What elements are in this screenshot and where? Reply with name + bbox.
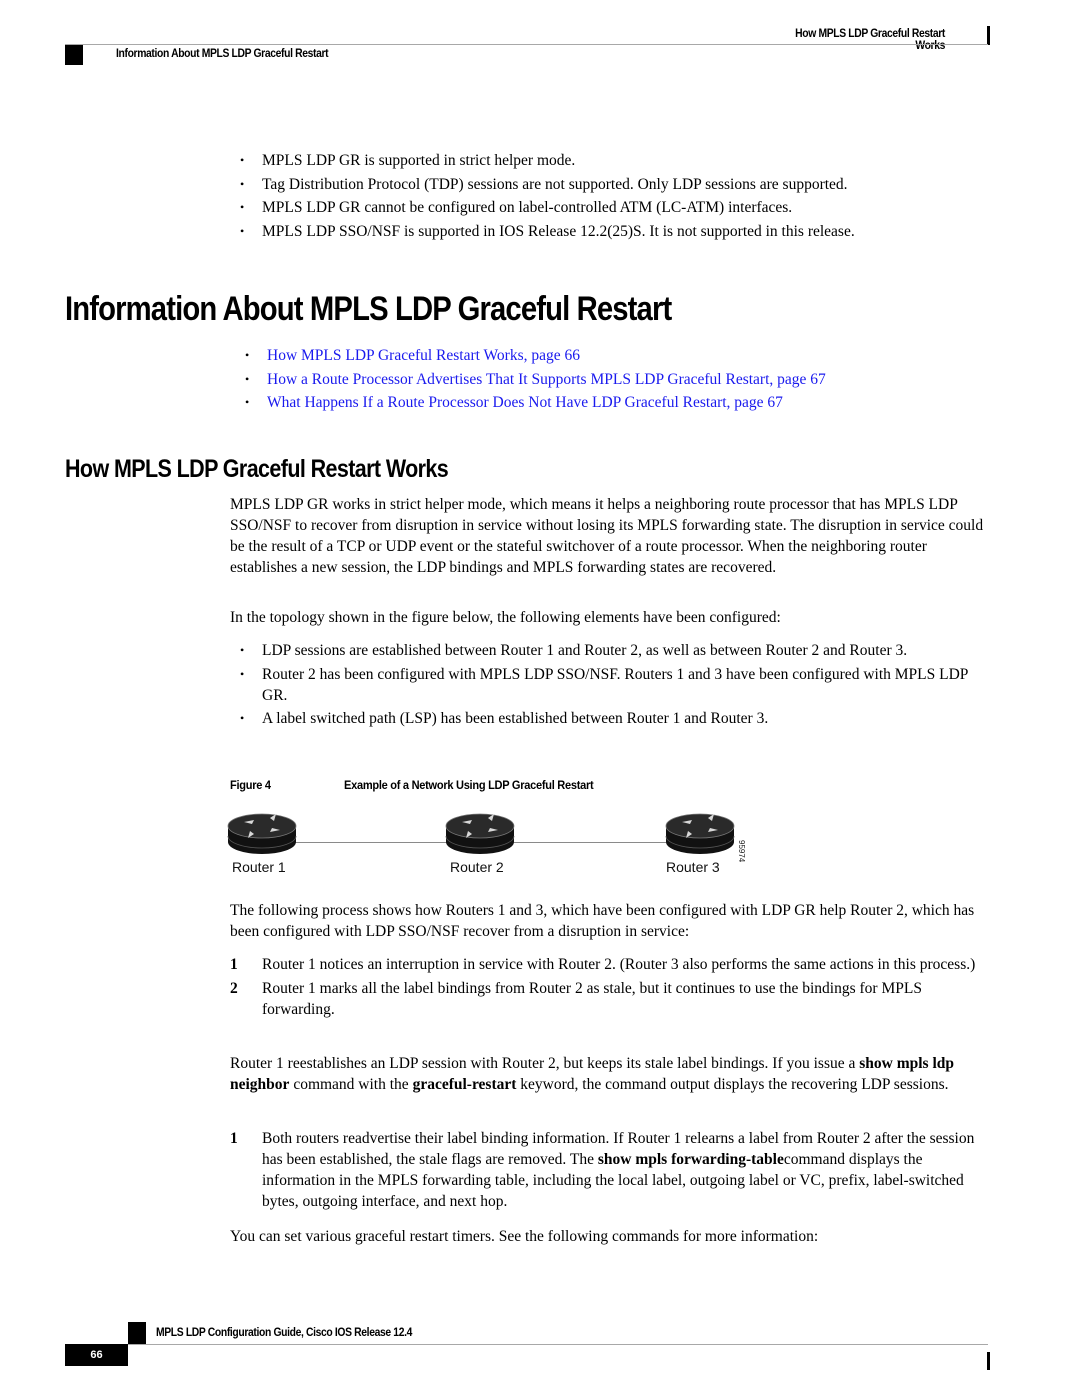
paragraph-topology-intro: In the topology shown in the figure belo… [230,609,781,626]
header-left-block [65,45,83,65]
toc-link-what-happens[interactable]: What Happens If a Route Processor Does N… [267,394,783,411]
list-item: • Tag Distribution Protocol (TDP) session… [240,175,848,193]
process-steps-list-continued: 1 Both routers readvertise their label bi… [230,1128,990,1215]
step-number: 2 [230,980,238,997]
link-router2-router3 [514,842,666,843]
list-item: • MPLS LDP GR is supported in strict help… [240,152,576,169]
toc-item: • How a Route Processor Advertises That I… [245,369,1005,390]
section-heading-information-about: Information About MPLS LDP Graceful Rest… [65,290,672,328]
figure-title: Example of a Network Using LDP Graceful … [344,778,594,792]
keyword-graceful-restart: graceful-restart [412,1076,517,1093]
paragraph-timers: You can set various graceful restart tim… [230,1228,819,1245]
bullet-icon: • [240,200,245,214]
toc-item: • What Happens If a Route Processor Does … [245,392,1005,413]
link-router1-router2 [292,842,447,843]
bullet-icon: • [240,176,245,191]
section-heading-how-it-works: How MPLS LDP Graceful Restart Works [65,455,449,483]
router-1-label: Router 1 [232,859,286,875]
header-rule [65,44,988,45]
list-item: 1 Both routers readvertise their label bi… [230,1130,975,1210]
header-right-bar [987,26,990,45]
list-item: • MPLS LDP GR cannot be configured on lab… [240,199,793,216]
footer-rule [128,1344,988,1345]
list-item: • Router 2 has been configured with MPLS … [240,665,968,704]
process-steps-list: 1 Router 1 notices an interruption in ser… [230,954,990,1023]
network-topology-figure: Router 1 Router 2 Router 3 95974 [224,806,784,882]
bullet-icon: • [240,153,245,167]
figure-id: 95974 [737,840,746,863]
step-number: 1 [230,956,238,973]
command-show-mpls-forwarding-table: show mpls forwarding-table [597,1151,784,1168]
router-icon [445,813,515,854]
list-item: 1 Router 1 notices an interruption in ser… [230,956,976,973]
paragraph-strict-helper: MPLS LDP GR works in strict helper mode,… [230,496,984,576]
section-toc-links: • How MPLS LDP Graceful Restart Works, pa… [245,345,1005,416]
paragraph-reestablish-session: Router 1 reestablishes an LDP session wi… [230,1055,954,1093]
bullet-icon: • [245,395,250,409]
bullet-icon: • [245,348,250,362]
paragraph-process-intro: The following process shows how Routers … [230,902,975,940]
list-item: 2 Router 1 marks all the label bindings f… [230,980,922,1018]
list-item: • A label switched path (LSP) has been es… [240,710,769,727]
toc-item: • How MPLS LDP Graceful Restart Works, pa… [245,345,1005,366]
router-icon [665,813,735,854]
bullet-icon: • [240,711,245,725]
restrictions-list: • MPLS LDP GR is supported in strict help… [240,150,1000,244]
running-header-chapter-title: Information About MPLS LDP Graceful Rest… [116,48,329,60]
page-number: 66 [65,1344,128,1366]
router-2-label: Router 2 [450,859,504,875]
footer-block [128,1322,146,1344]
topology-config-list: • LDP sessions are established between Ro… [240,640,990,732]
footer-guide-title: MPLS LDP Configuration Guide, Cisco IOS … [156,1327,413,1339]
step-number: 1 [230,1130,238,1147]
toc-link-how-it-works[interactable]: How MPLS LDP Graceful Restart Works, pag… [267,347,580,364]
list-item: • LDP sessions are established between Ro… [240,642,908,659]
bullet-icon: • [240,666,245,681]
running-header-section-title: How MPLS LDP Graceful Restart Works [795,28,945,52]
router-3-label: Router 3 [666,859,720,875]
bullet-icon: • [240,643,245,657]
footer-right-bar [987,1352,990,1370]
router-icon [227,813,297,854]
bullet-icon: • [245,371,250,386]
toc-link-route-processor-advertises[interactable]: How a Route Processor Advertises That It… [267,371,826,388]
figure-label: Figure 4 [230,778,271,792]
bullet-icon: • [240,223,245,238]
list-item: • MPLS LDP SSO/NSF is supported in IOS Re… [240,222,855,240]
